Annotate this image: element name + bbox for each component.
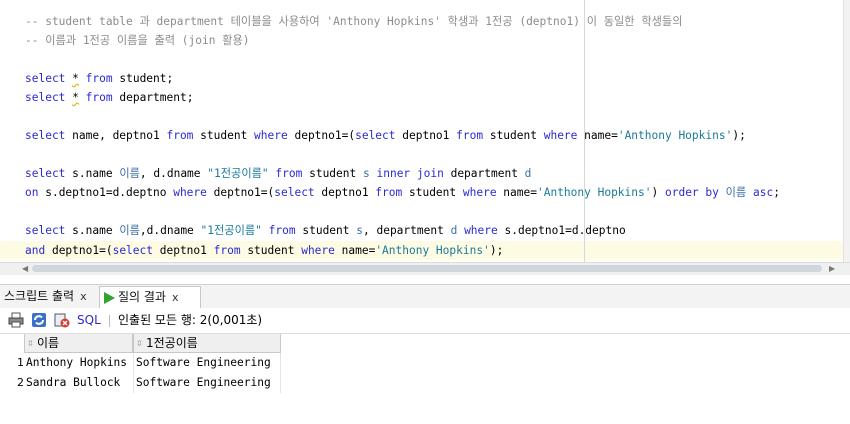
play-icon — [104, 291, 115, 304]
close-icon[interactable]: x — [172, 291, 179, 304]
code-line-equi-join-and: and deptno1=(select deptno1 from student… — [25, 244, 504, 257]
cell-name[interactable]: Sandra Bullock — [26, 373, 131, 393]
result-toolbar: SQL 인출된 모든 행: 2(0,001초) — [0, 308, 850, 334]
tab-script-output-label: 스크립트 출력 — [4, 289, 75, 303]
close-icon[interactable]: x — [80, 290, 87, 303]
column-header-label: 1전공이름 — [146, 336, 198, 350]
editor-vertical-ruler — [843, 0, 850, 263]
tab-script-output[interactable]: 스크립트 출력 x — [0, 286, 104, 307]
scrollbar-thumb[interactable] — [32, 265, 822, 272]
table-row[interactable]: 2 Sandra Bullock Software Engineering — [0, 373, 281, 393]
sort-icon: ⇳ — [27, 339, 34, 348]
sql-button[interactable]: SQL — [77, 308, 101, 332]
table-row[interactable]: 1 Anthony Hopkins Software Engineering — [0, 353, 281, 373]
grid-column-divider — [280, 353, 281, 393]
row-number: 2 — [17, 376, 24, 389]
tab-query-result-label: 질의 결과 — [118, 290, 166, 304]
column-header-label: 이름 — [37, 336, 60, 350]
row-number: 1 — [17, 356, 24, 369]
print-icon[interactable] — [8, 312, 24, 332]
code-line-subquery: select name, deptno1 from student where … — [25, 129, 746, 142]
column-header-dept[interactable]: ⇳ 1전공이름 — [133, 334, 281, 353]
refresh-icon[interactable] — [31, 312, 47, 332]
code-comment-line-1: -- student table 과 department 테이블을 사용하여 … — [25, 15, 683, 28]
toolbar-divider — [109, 315, 110, 327]
editor-horizontal-scrollbar[interactable]: ◀ ▶ — [0, 262, 850, 275]
fetch-status-text: 인출된 모든 행: 2(0,001초) — [118, 313, 263, 327]
cell-dept[interactable]: Software Engineering — [136, 373, 281, 393]
scroll-right-arrow-icon[interactable]: ▶ — [829, 264, 835, 273]
grid-column-divider — [133, 353, 134, 393]
cell-dept[interactable]: Software Engineering — [136, 353, 281, 373]
output-tab-bar: 스크립트 출력 x 질의 결과 x — [0, 284, 850, 309]
cell-name[interactable]: Anthony Hopkins — [26, 353, 131, 373]
code-line-inner-join-on: on s.deptno1=d.deptno where deptno1=(sel… — [25, 186, 780, 199]
code-line-select-department: select * from department; — [25, 91, 194, 104]
cancel-icon[interactable] — [54, 312, 70, 332]
code-line-select-student: select * from student; — [25, 72, 174, 85]
code-line-inner-join-select: select s.name 이름, d.dname "1전공이름" from s… — [25, 167, 532, 180]
sql-editor[interactable]: -- student table 과 department 테이블을 사용하여 … — [0, 0, 850, 263]
tab-query-result[interactable]: 질의 결과 x — [99, 286, 201, 308]
code-line-equi-join-select: select s.name 이름,d.dname "1전공이름" from st… — [25, 224, 626, 237]
sort-icon: ⇳ — [136, 339, 143, 348]
column-header-name[interactable]: ⇳ 이름 — [24, 334, 133, 353]
scroll-left-arrow-icon[interactable]: ◀ — [22, 264, 28, 273]
code-comment-line-2: -- 이름과 1전공 이름을 출력 (join 활용) — [25, 34, 250, 47]
